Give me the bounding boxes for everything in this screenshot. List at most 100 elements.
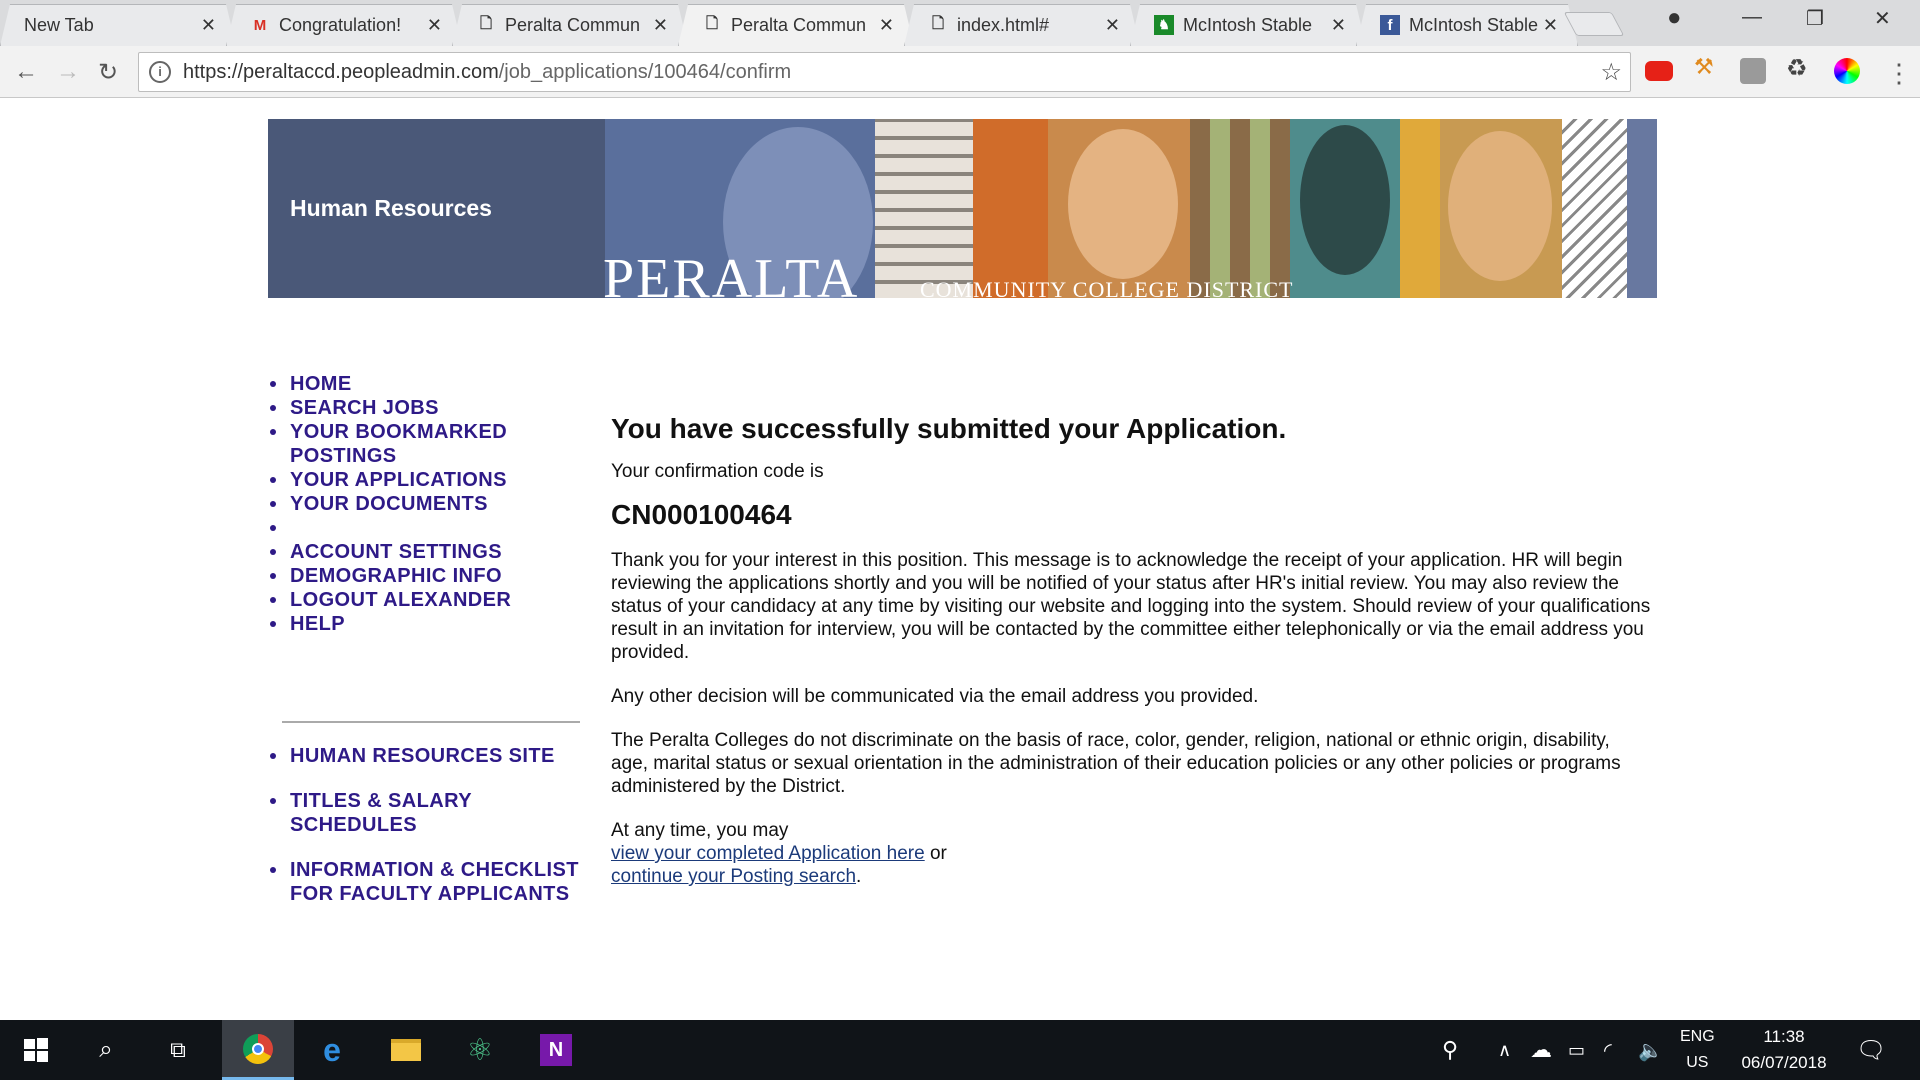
tab-label: New Tab [24,14,94,35]
page-title: You have successfully submitted your App… [611,413,1287,444]
windows-taskbar: ⌕ ⧉ e ⚛ N ⚲ ∧ ☁ ▭ ◜ 🔈 ENG US 11:38 06/07/2… [0,1020,1920,1080]
confirmation-code: CN000100464 [611,499,792,530]
banner-title: Human Resources [290,195,492,221]
color-wheel-extension-icon[interactable] [1834,58,1860,84]
reload-icon[interactable]: ↻ [98,58,118,87]
nav-help[interactable]: HELP [268,612,588,636]
profile-icon[interactable]: ● [1667,4,1682,32]
recycle-extension-icon[interactable]: ♻ [1786,54,1812,82]
nav-your-documents[interactable]: YOUR DOCUMENTS [268,492,588,516]
view-application-link[interactable]: view your completed Application here [611,843,925,864]
links-paragraph: At any time, you may view your completed… [611,819,1651,888]
close-icon[interactable]: ✕ [1331,15,1346,36]
nav-titles-salary[interactable]: TITLES & SALARY SCHEDULES [268,789,588,837]
onedrive-icon[interactable]: ☁ [1530,1020,1552,1080]
facebook-icon: f [1380,15,1400,35]
clock-date: 06/07/2018 [1741,1053,1827,1072]
nav-demographic-info[interactable]: DEMOGRAPHIC INFO [268,564,588,588]
wifi-icon[interactable]: ◜ [1604,1020,1612,1080]
language-indicator[interactable]: ENG US [1680,1020,1715,1080]
youtube-extension-icon[interactable] [1645,61,1673,81]
close-icon[interactable]: ✕ [1105,15,1120,36]
close-icon[interactable]: ✕ [201,15,216,36]
minimize-icon[interactable]: — [1742,6,1762,29]
code-label: Your confirmation code is [611,461,824,482]
banner-photo [1300,125,1390,275]
address-bar[interactable]: i https://peraltaccd.peopleadmin.com/job… [138,52,1631,92]
lang-top: ENG [1680,1028,1715,1045]
battery-icon[interactable]: ▭ [1568,1020,1585,1080]
windows-start-icon[interactable] [6,1020,66,1080]
browser-toolbar: ← → ↻ i https://peraltaccd.peopleadmin.c… [0,46,1920,98]
close-icon[interactable]: ✕ [427,15,442,36]
close-icon[interactable]: ✕ [879,15,894,36]
left-nav: HOME SEARCH JOBS YOUR BOOKMARKED POSTING… [268,372,588,905]
tab-mcintosh-1[interactable]: ♞ McIntosh Stable ✕ [1130,4,1366,46]
close-icon[interactable]: ✕ [1543,15,1558,36]
search-icon[interactable]: ⌕ [76,1020,136,1080]
atom-icon[interactable]: ⚛ [450,1020,510,1080]
page-icon: 🗋 [931,14,945,32]
nav-faculty-checklist[interactable]: INFORMATION & CHECKLIST FOR FACULTY APPL… [268,858,588,906]
close-icon[interactable]: ✕ [653,15,668,36]
tab-strip: New Tab ✕ M Congratulation! ✕ 🗋 Peralta Comm… [0,0,1920,46]
nav-hr-site[interactable]: HUMAN RESOURCES SITE [268,744,588,768]
people-icon[interactable]: ⚲ [1442,1020,1458,1080]
any-time-text: At any time, you may [611,820,789,841]
tab-label: index.html# [957,14,1050,35]
nav-logout[interactable]: LOGOUT ALEXANDER [268,588,588,612]
tab-label: Peralta Commun [731,14,867,35]
image-extension-icon[interactable] [1740,58,1766,84]
bookmark-star-icon[interactable]: ☆ [1600,58,1622,87]
window-close-icon[interactable]: ✕ [1874,6,1891,31]
volume-icon[interactable]: 🔈 [1638,1020,1663,1080]
gmail-icon: M [253,16,267,34]
tab-peralta-2-active[interactable]: 🗋 Peralta Commun ✕ [678,4,914,46]
tab-label: Peralta Commun [505,14,641,35]
nav-account-settings[interactable]: ACCOUNT SETTINGS [268,540,588,564]
menu-icon[interactable]: ⋮ [1886,58,1912,89]
nav-search-jobs[interactable]: SEARCH JOBS [268,396,588,420]
horse-icon: ♞ [1154,15,1174,35]
chrome-taskbar-icon[interactable] [222,1020,294,1080]
url-host: https://peraltaccd.peopleadmin.com [183,60,499,83]
nav-home[interactable]: HOME [268,372,588,396]
tab-label: McIntosh Stable [1183,14,1313,35]
tab-peralta-1[interactable]: 🗋 Peralta Commun ✕ [452,4,688,46]
tab-new-tab[interactable]: New Tab ✕ [0,4,236,46]
tab-mcintosh-2[interactable]: f McIntosh Stable ✕ [1356,4,1578,46]
or-text: or [924,843,947,864]
banner-logo: PERALTA [603,248,860,298]
banner-photo [1448,131,1552,281]
task-view-icon[interactable]: ⧉ [148,1020,208,1080]
nav-divider [282,721,580,723]
url-path: /job_applications/100464/confirm [498,60,792,83]
site-info-icon[interactable]: i [149,61,171,83]
tab-label: McIntosh Stable [1409,14,1539,35]
edge-icon[interactable]: e [302,1020,362,1080]
nondiscrimination-paragraph: The Peralta Colleges do not discriminate… [611,730,1621,797]
notifications-icon[interactable]: 🗨 [1856,1020,1886,1080]
tab-index[interactable]: 🗋 index.html# ✕ [904,4,1140,46]
main-nav-list: HOME SEARCH JOBS YOUR BOOKMARKED POSTING… [268,372,588,636]
restore-icon[interactable]: ❐ [1806,6,1824,31]
main-content: You have successfully submitted your App… [611,410,1651,888]
nav-your-applications[interactable]: YOUR APPLICATIONS [268,468,588,492]
tab-label: Congratulation! [279,14,402,35]
tools-extension-icon[interactable]: ⚒ [1694,54,1720,80]
hr-banner: Human Resources PERALTA COMMUNITY COLLEG… [268,119,1657,298]
period-text: . [856,866,862,887]
tab-gmail[interactable]: M Congratulation! ✕ [226,4,462,46]
show-hidden-icons-icon[interactable]: ∧ [1498,1020,1511,1080]
back-icon[interactable]: ← [14,58,38,86]
page-icon: 🗋 [705,14,719,32]
ack-paragraph: Thank you for your interest in this posi… [611,550,1651,663]
continue-search-link[interactable]: continue your Posting search [611,866,856,887]
banner-subtitle: COMMUNITY COLLEGE DISTRICT [920,277,1294,298]
clock-time: 11:38 [1763,1027,1805,1046]
onenote-icon[interactable]: N [526,1020,586,1080]
nav-bookmarked-postings[interactable]: YOUR BOOKMARKED POSTINGS [268,420,588,468]
clock[interactable]: 11:38 06/07/2018 [1734,1020,1834,1080]
forward-icon[interactable]: → [56,58,80,86]
file-explorer-icon[interactable] [376,1020,436,1080]
